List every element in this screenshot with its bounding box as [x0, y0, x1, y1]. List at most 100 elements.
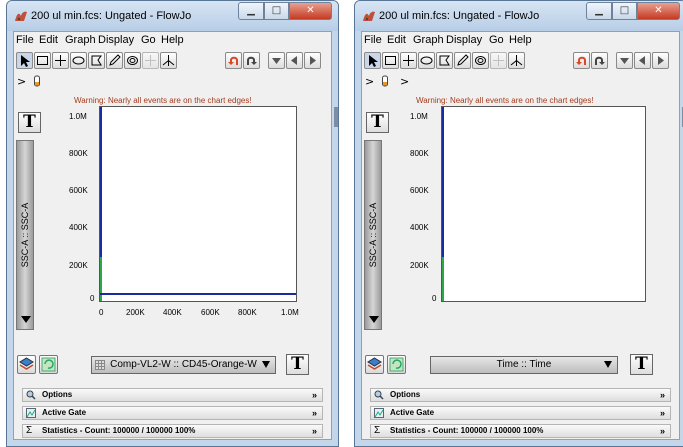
- menu-graph[interactable]: Graph: [413, 34, 444, 46]
- freehand-gate-button[interactable]: [106, 52, 123, 69]
- next-button[interactable]: [304, 52, 321, 69]
- pointer-tool-button[interactable]: [364, 52, 381, 69]
- scatter-plot-area[interactable]: [441, 106, 646, 302]
- redo-button[interactable]: [243, 52, 260, 69]
- menu-file[interactable]: File: [16, 34, 34, 46]
- tube-icon[interactable]: [33, 75, 41, 88]
- menu-edit[interactable]: Edit: [39, 34, 58, 46]
- dropdown-button[interactable]: [268, 52, 285, 69]
- options-panel[interactable]: Options »: [22, 388, 323, 402]
- menu-bar: File Edit Graph Display Go Help: [14, 32, 331, 49]
- triangle-right-icon: [658, 56, 664, 65]
- breadcrumb-arrow[interactable]: >: [365, 75, 374, 88]
- quad-split-button[interactable]: [490, 52, 507, 69]
- menu-display[interactable]: Display: [98, 34, 134, 46]
- x-axis-parameter-select[interactable]: Time :: Time: [430, 356, 618, 374]
- next-button[interactable]: [652, 52, 669, 69]
- tube-icon[interactable]: [381, 75, 389, 88]
- text-annotation-button[interactable]: T: [366, 112, 389, 133]
- text-annotation-button-bottom[interactable]: T: [630, 354, 653, 375]
- title-bar[interactable]: 200 ul min.fcs: Ungated - FlowJo ▁ □ ✕: [7, 1, 338, 31]
- dropdown-button[interactable]: [616, 52, 633, 69]
- rectangle-gate-button[interactable]: [34, 52, 51, 69]
- rectangle-gate-button[interactable]: [382, 52, 399, 69]
- x-tick-label: 200K: [126, 308, 145, 317]
- spider-gate-button[interactable]: [472, 52, 489, 69]
- crosshair-icon: [55, 55, 66, 66]
- close-button[interactable]: ✕: [637, 2, 680, 20]
- undo-button[interactable]: [225, 52, 242, 69]
- title-bar[interactable]: 200 ul min.fcs: Ungated - FlowJo ▁ □ ✕: [355, 1, 683, 31]
- y-axis-parameter-selector[interactable]: SSC-A :: SSC-A: [16, 140, 34, 330]
- undo-icon: [576, 56, 586, 65]
- undo-button[interactable]: [573, 52, 590, 69]
- menu-go[interactable]: Go: [141, 34, 156, 46]
- quad-split-button[interactable]: [142, 52, 159, 69]
- expand-chevron-icon: »: [659, 408, 665, 418]
- x-axis-parameter-label: Comp-VL2-W :: CD45-Orange-W: [110, 359, 257, 370]
- menu-go[interactable]: Go: [489, 34, 504, 46]
- ellipse-gate-button[interactable]: [70, 52, 87, 69]
- rectangle-icon: [385, 56, 396, 65]
- statistics-panel[interactable]: Σ Statistics - Count: 100000 / 100000 10…: [370, 424, 671, 438]
- text-annotation-button[interactable]: T: [18, 112, 41, 133]
- breadcrumb-row: >: [14, 74, 331, 90]
- previous-button[interactable]: [634, 52, 651, 69]
- refresh-button[interactable]: [387, 355, 406, 374]
- breadcrumb-arrow[interactable]: >: [17, 75, 26, 88]
- menu-help[interactable]: Help: [509, 34, 532, 46]
- layers-button[interactable]: [17, 355, 36, 374]
- x-tick-label: 0: [99, 308, 104, 317]
- pointer-icon: [21, 55, 30, 67]
- warning-message: Warning: Nearly all events are on the ch…: [74, 96, 252, 105]
- crosshair-icon: [403, 55, 414, 66]
- web-gate-button[interactable]: [160, 52, 177, 69]
- pencil-icon: [457, 54, 469, 66]
- y-tick-label: 200K: [410, 261, 429, 270]
- maximize-button[interactable]: □: [264, 2, 289, 20]
- options-panel[interactable]: Options »: [370, 388, 671, 402]
- scatter-plot-area[interactable]: [99, 106, 297, 302]
- y-tick-label: 800K: [410, 149, 429, 158]
- breadcrumb-arrow-2[interactable]: >: [400, 75, 409, 88]
- redo-button[interactable]: [591, 52, 608, 69]
- polygon-gate-button[interactable]: [436, 52, 453, 69]
- web-icon: [510, 55, 523, 66]
- polygon-gate-button[interactable]: [88, 52, 105, 69]
- pencil-icon: [109, 54, 121, 66]
- spider-gate-button[interactable]: [124, 52, 141, 69]
- ellipse-gate-button[interactable]: [418, 52, 435, 69]
- menu-edit[interactable]: Edit: [387, 34, 406, 46]
- menu-file[interactable]: File: [364, 34, 382, 46]
- quadrant-gate-button[interactable]: [52, 52, 69, 69]
- refresh-button[interactable]: [39, 355, 58, 374]
- x-tick-label: 800K: [238, 308, 257, 317]
- web-gate-button[interactable]: [508, 52, 525, 69]
- text-annotation-button-bottom[interactable]: T: [286, 354, 309, 375]
- client-area: File Edit Graph Display Go Help: [361, 31, 680, 440]
- menu-graph[interactable]: Graph: [65, 34, 96, 46]
- maximize-button[interactable]: □: [612, 2, 637, 20]
- minimize-button[interactable]: ▁: [586, 2, 612, 20]
- y-axis-parameter-selector[interactable]: SSC-A :: SSC-A: [364, 140, 382, 330]
- statistics-panel[interactable]: Σ Statistics - Count: 100000 / 100000 10…: [22, 424, 323, 438]
- previous-button[interactable]: [286, 52, 303, 69]
- quadrant-gate-button[interactable]: [400, 52, 417, 69]
- menu-display[interactable]: Display: [446, 34, 482, 46]
- menu-help[interactable]: Help: [161, 34, 184, 46]
- pointer-tool-button[interactable]: [16, 52, 33, 69]
- y-tick-label: 800K: [69, 149, 88, 158]
- layers-button[interactable]: [365, 355, 384, 374]
- x-axis-parameter-select[interactable]: Comp-VL2-W :: CD45-Orange-W: [91, 356, 276, 374]
- rectangle-icon: [37, 56, 48, 65]
- chevron-down-icon: [369, 316, 379, 323]
- active-gate-panel[interactable]: Active Gate »: [22, 406, 323, 420]
- redo-icon: [595, 56, 605, 65]
- freehand-gate-button[interactable]: [454, 52, 471, 69]
- close-button[interactable]: ✕: [289, 2, 332, 20]
- active-gate-panel[interactable]: Active Gate »: [370, 406, 671, 420]
- window-resize-grip[interactable]: [334, 107, 338, 127]
- minimize-button[interactable]: ▁: [238, 2, 264, 20]
- y-tick-label: 200K: [69, 261, 88, 270]
- y-tick-label: 0: [90, 294, 95, 303]
